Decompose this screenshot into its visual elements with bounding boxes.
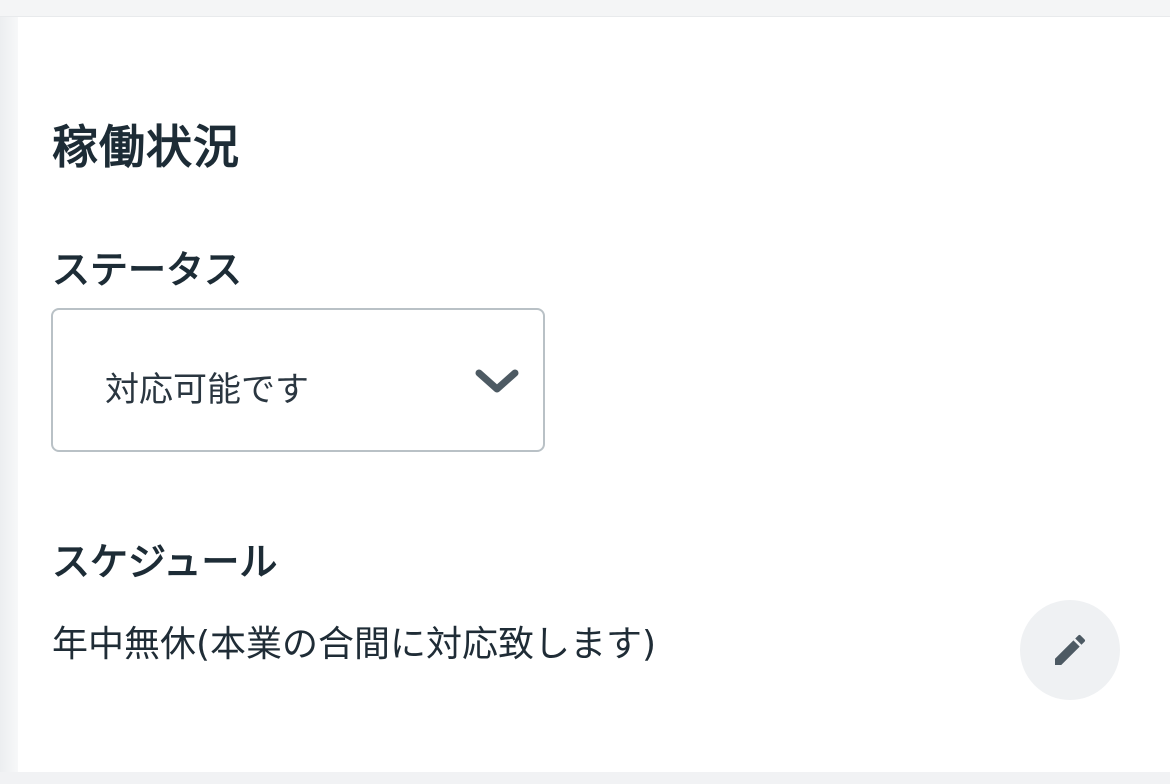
- top-bar: [0, 0, 1170, 17]
- schedule-text: 年中無休(本業の合間に対応致します): [52, 624, 657, 665]
- pencil-icon: [1055, 634, 1086, 665]
- status-select[interactable]: 対応可能です: [51, 308, 545, 452]
- status-label: ステータス: [52, 248, 243, 292]
- bottom-strip: [0, 772, 1170, 784]
- left-edge-shadow: [0, 17, 18, 772]
- schedule-label: スケジュール: [52, 540, 278, 584]
- edit-schedule-button[interactable]: [1020, 600, 1120, 700]
- availability-card: 稼働状況 ステータス 対応可能です スケジュール 年中無休(本業の合間に対応致し…: [18, 17, 1170, 773]
- status-select-value: 対応可能です: [105, 370, 309, 410]
- chevron-down-icon: [475, 369, 519, 393]
- section-title: 稼働状況: [52, 120, 240, 174]
